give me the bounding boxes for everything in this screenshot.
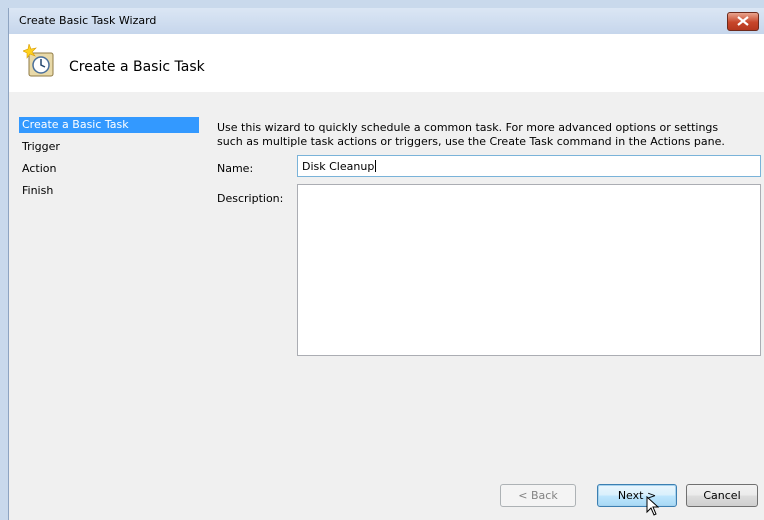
title-bar[interactable]: Create Basic Task Wizard bbox=[9, 8, 764, 34]
name-field[interactable]: Disk Cleanup bbox=[297, 155, 761, 177]
name-field-value: Disk Cleanup bbox=[302, 160, 375, 173]
close-icon bbox=[737, 16, 749, 26]
back-button[interactable]: < Back bbox=[500, 484, 576, 507]
scheduled-task-clock-icon bbox=[23, 44, 54, 77]
close-button[interactable] bbox=[727, 12, 759, 31]
cancel-button[interactable]: Cancel bbox=[686, 484, 758, 507]
step-trigger[interactable]: Trigger bbox=[19, 139, 199, 155]
mouse-pointer-icon bbox=[646, 496, 660, 516]
description-label: Description: bbox=[217, 192, 284, 205]
wizard-header: Create a Basic Task bbox=[9, 34, 764, 92]
description-field[interactable] bbox=[297, 184, 761, 356]
next-button[interactable]: Next > bbox=[597, 484, 677, 507]
name-label: Name: bbox=[217, 162, 254, 175]
intro-line-1: Use this wizard to quickly schedule a co… bbox=[217, 121, 719, 134]
intro-line-2: such as multiple task actions or trigger… bbox=[217, 135, 725, 148]
step-finish[interactable]: Finish bbox=[19, 183, 199, 199]
wizard-steps-nav: Create a Basic Task Trigger Action Finis… bbox=[9, 92, 199, 520]
step-create-basic-task[interactable]: Create a Basic Task bbox=[19, 117, 199, 133]
page-title: Create a Basic Task bbox=[69, 59, 205, 75]
window-title: Create Basic Task Wizard bbox=[19, 14, 157, 27]
step-action[interactable]: Action bbox=[19, 161, 199, 177]
wizard-intro-text: Use this wizard to quickly schedule a co… bbox=[217, 121, 757, 149]
text-caret bbox=[375, 160, 377, 172]
